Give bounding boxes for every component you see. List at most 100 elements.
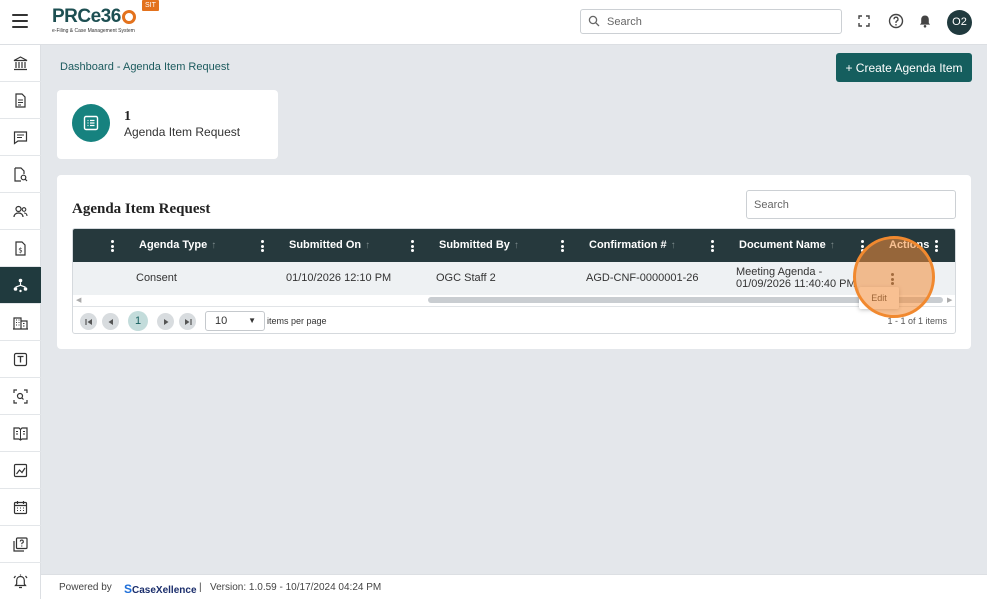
sidebar-item-reports[interactable] — [0, 452, 41, 489]
global-search[interactable] — [580, 9, 842, 34]
horizontal-scrollbar[interactable]: ◀ ▶ — [73, 295, 955, 305]
scroll-right-icon[interactable]: ▶ — [947, 296, 952, 304]
document-search-icon — [14, 166, 28, 182]
column-header-submitted-by[interactable]: Submitted By ↑ — [439, 229, 519, 262]
footer: Powered by SCaseXellence | Version: 1.0.… — [41, 574, 987, 599]
powered-by-label: Powered by — [59, 582, 112, 593]
dollar-document-icon: $ — [15, 240, 26, 256]
page-size-select[interactable]: 10 ▼ — [205, 311, 265, 331]
logo-text: PRCe36 — [52, 6, 121, 27]
last-page-icon — [184, 318, 192, 325]
agenda-item-grid: Agenda Type ↑ Submitted On ↑ Submitted By ↑… — [72, 228, 956, 334]
next-page-icon — [163, 318, 168, 325]
stat-icon-circle — [72, 104, 110, 142]
stat-count: 1 — [124, 109, 131, 124]
cell-document-name: Meeting Agenda - 01/09/2026 11:40:40 PM — [736, 266, 856, 290]
prev-page-icon — [108, 318, 113, 325]
alarm-icon — [13, 574, 28, 589]
sidebar-item-organizations[interactable] — [0, 304, 41, 341]
page-number-current[interactable]: 1 — [128, 311, 148, 331]
column-header-submitted-on[interactable]: Submitted On ↑ — [289, 229, 370, 262]
document-icon — [15, 92, 26, 108]
sidebar-item-documents[interactable] — [0, 82, 41, 119]
sidebar-item-alerts[interactable] — [0, 563, 41, 599]
text-box-icon — [13, 352, 28, 366]
top-bar: PRCe36 e-Filing & Case Management System… — [0, 0, 987, 45]
sidebar-item-help[interactable] — [0, 526, 41, 563]
sidebar-item-workflow[interactable] — [0, 267, 41, 304]
column-menu-icon[interactable] — [711, 240, 714, 252]
breadcrumb[interactable]: Dashboard - Agenda Item Request — [60, 61, 229, 73]
edit-menu-item[interactable]: Edit — [859, 287, 899, 309]
sidebar-item-payments[interactable]: $ — [0, 230, 41, 267]
list-icon — [83, 115, 99, 131]
sidebar-item-users[interactable] — [0, 193, 41, 230]
app-logo[interactable]: PRCe36 e-Filing & Case Management System… — [52, 0, 162, 39]
items-per-page-label: items per page — [267, 316, 327, 326]
column-header-confirmation[interactable]: Confirmation # ↑ — [589, 229, 676, 262]
panel-title: Agenda Item Request — [72, 201, 211, 217]
cell-confirmation: AGD-CNF-0000001-26 — [586, 272, 699, 284]
fullscreen-icon[interactable] — [855, 12, 873, 30]
help-icon[interactable] — [887, 12, 905, 30]
users-icon — [13, 205, 28, 217]
column-header-document-name[interactable]: Document Name ↑ — [739, 229, 835, 262]
bank-icon — [13, 55, 28, 70]
brand-logo[interactable]: SCaseXellence — [124, 582, 197, 596]
help-pages-icon — [13, 536, 28, 552]
global-search-input[interactable] — [607, 13, 832, 30]
sidebar-item-bank[interactable] — [0, 45, 41, 82]
chart-icon — [13, 463, 28, 477]
chat-icon — [13, 130, 28, 145]
sidebar-item-search[interactable] — [0, 378, 41, 415]
version-info: Version: 1.0.59 - 10/17/2024 04:24 PM — [210, 582, 382, 593]
bell-icon[interactable] — [916, 12, 934, 30]
first-page-icon — [84, 318, 92, 325]
logo-ring-icon — [121, 10, 136, 24]
stat-label: Agenda Item Request — [124, 125, 241, 139]
brand-s-icon: S — [124, 582, 133, 596]
column-header-agenda-type[interactable]: Agenda Type ↑ — [139, 229, 216, 262]
sidebar-item-document-search[interactable] — [0, 156, 41, 193]
column-menu-icon[interactable] — [261, 240, 264, 252]
sidebar-item-templates[interactable] — [0, 341, 41, 378]
next-page-button[interactable] — [157, 313, 174, 330]
book-icon — [13, 426, 28, 441]
scan-search-icon — [13, 388, 28, 404]
column-menu-icon[interactable] — [111, 240, 114, 252]
column-menu-icon[interactable] — [411, 240, 414, 252]
first-page-button[interactable] — [80, 313, 97, 330]
sort-arrow-icon: ↑ — [829, 240, 835, 251]
footer-separator: | — [199, 582, 202, 593]
sort-arrow-icon: ↑ — [513, 240, 519, 251]
grid-search-input[interactable] — [746, 190, 956, 219]
menu-icon[interactable] — [12, 14, 28, 28]
agenda-item-panel: Agenda Item Request Agenda Type↑ Submitt… — [57, 175, 971, 349]
column-menu-icon[interactable] — [861, 240, 864, 252]
sidebar-item-messages[interactable] — [0, 119, 41, 156]
sort-arrow-icon: ↑ — [670, 240, 676, 251]
pager-info: 1 - 1 of 1 items — [887, 316, 947, 326]
create-agenda-item-button[interactable]: + Create Agenda Item — [836, 53, 972, 82]
sidebar-item-library[interactable] — [0, 415, 41, 452]
avatar[interactable]: O2 — [947, 10, 972, 35]
sidebar-item-calendar[interactable] — [0, 489, 41, 526]
grid-header: Agenda Type ↑ Submitted On ↑ Submitted By ↑… — [73, 229, 955, 262]
column-menu-icon[interactable] — [935, 240, 938, 252]
prev-page-button[interactable] — [102, 313, 119, 330]
last-page-button[interactable] — [179, 313, 196, 330]
workflow-icon — [13, 278, 28, 292]
sort-arrow-icon: ↑ — [211, 240, 217, 251]
column-menu-icon[interactable] — [561, 240, 564, 252]
pager: 1 10 ▼ items per page 1 - 1 of 1 items — [73, 306, 955, 333]
row-actions-menu-icon[interactable] — [891, 273, 894, 285]
calendar-icon — [13, 500, 28, 514]
agenda-item-count-card[interactable]: 1 Agenda Item Request — [57, 90, 278, 159]
sidebar: $ — [0, 45, 41, 599]
scroll-left-icon[interactable]: ◀ — [76, 296, 81, 304]
table-row[interactable]: Consent 01/10/2026 12:10 PM OGC Staff 2 … — [73, 262, 955, 295]
svg-text:$: $ — [18, 246, 22, 254]
chevron-down-icon: ▼ — [248, 316, 256, 325]
search-icon — [588, 15, 600, 27]
column-header-actions[interactable]: Actions — [889, 229, 929, 262]
